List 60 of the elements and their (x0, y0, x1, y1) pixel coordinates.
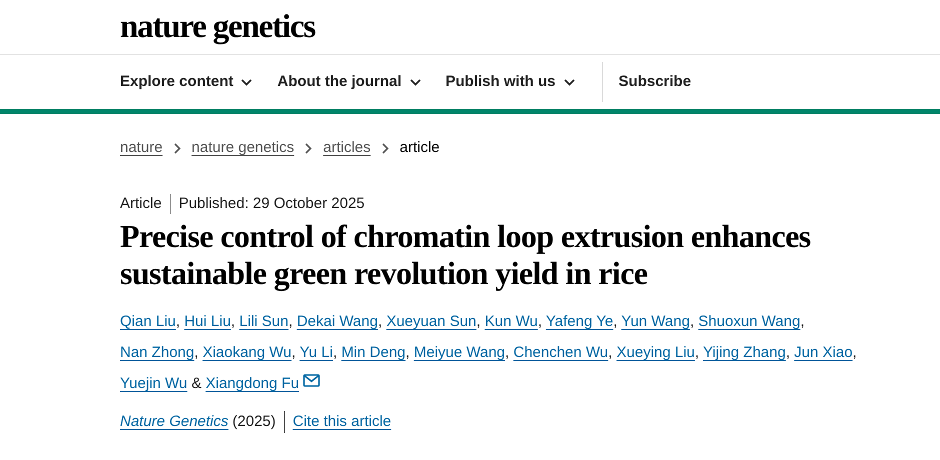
author-link[interactable]: Xueying Liu (616, 344, 695, 361)
comma: , (292, 344, 296, 361)
breadcrumb-link[interactable]: articles (323, 137, 371, 160)
author-link[interactable]: Meiyue Wang (414, 344, 506, 361)
comma: , (608, 344, 612, 361)
article-type: Article (120, 194, 162, 214)
breadcrumb-link[interactable]: nature genetics (192, 137, 294, 160)
comma: , (690, 313, 694, 330)
publication-date: Published: 29 October 2025 (178, 194, 365, 214)
comma: , (230, 313, 236, 330)
chevron-down-icon (241, 78, 252, 86)
author-link[interactable]: Nan Zhong (120, 344, 194, 361)
comma: , (505, 344, 510, 361)
nav-menu-item[interactable]: Subscribe (618, 70, 692, 94)
author-link[interactable]: Yun Wang (621, 313, 690, 330)
comma: , (786, 344, 790, 361)
comma: , (852, 344, 857, 361)
nav-menu-item[interactable]: Explore content (120, 70, 252, 94)
chevron-right-icon (305, 142, 312, 154)
author-link[interactable]: Xueyuan Sun (386, 313, 476, 330)
author-link[interactable]: Hui Liu (184, 313, 231, 330)
author-link[interactable]: Yijing Zhang (702, 344, 786, 361)
chevron-down-icon (564, 78, 575, 86)
author-link[interactable]: Dekai Wang (296, 313, 378, 330)
chevron-right-icon (174, 142, 181, 154)
author-link[interactable]: Xiangdong Fu (206, 375, 300, 392)
comma: , (406, 344, 410, 361)
publication-year: (2025) (232, 412, 276, 432)
author-link[interactable]: Yu Li (300, 344, 333, 361)
mail-icon[interactable] (303, 374, 320, 387)
comma: , (288, 313, 293, 330)
author-link[interactable]: Yafeng Ye (546, 313, 614, 330)
author-link[interactable]: Lili Sun (239, 313, 288, 330)
chevron-down-icon (410, 78, 421, 86)
nav-menu-item[interactable]: About the journal (277, 70, 421, 94)
author-link[interactable]: Yuejin Wu (120, 375, 188, 392)
cite-link[interactable]: Cite this article (292, 411, 392, 434)
comma: , (332, 344, 338, 361)
comma: , (476, 313, 481, 330)
article-title: Precise control of chromatin loop extrusion enhances sustainable green revolution yield in rice (120, 218, 812, 292)
site-logo[interactable]: nature genetics (120, 10, 315, 44)
author-link[interactable]: Kun Wu (484, 313, 538, 330)
author-link[interactable]: Min Deng (341, 344, 406, 361)
chevron-right-icon (382, 142, 389, 154)
comma: , (176, 313, 180, 330)
comma: , (378, 313, 382, 330)
nav-menu-item[interactable]: Publish with us (446, 70, 575, 94)
breadcrumb-link[interactable]: nature (120, 137, 163, 160)
author-link[interactable]: Shuoxun Wang (698, 313, 800, 330)
author-link[interactable]: Qian Liu (120, 313, 176, 330)
author-link[interactable]: Xiaokang Wu (202, 344, 292, 361)
comma: , (800, 313, 804, 330)
author-link[interactable]: Jun Xiao (794, 344, 853, 361)
author-link[interactable]: Chenchen Wu (513, 344, 608, 361)
comma: , (194, 344, 198, 361)
comma: , (538, 313, 542, 330)
ampersand: & (191, 375, 202, 392)
comma: , (613, 313, 618, 330)
comma: , (694, 344, 700, 361)
journal-name[interactable]: Nature Genetics (120, 411, 228, 434)
